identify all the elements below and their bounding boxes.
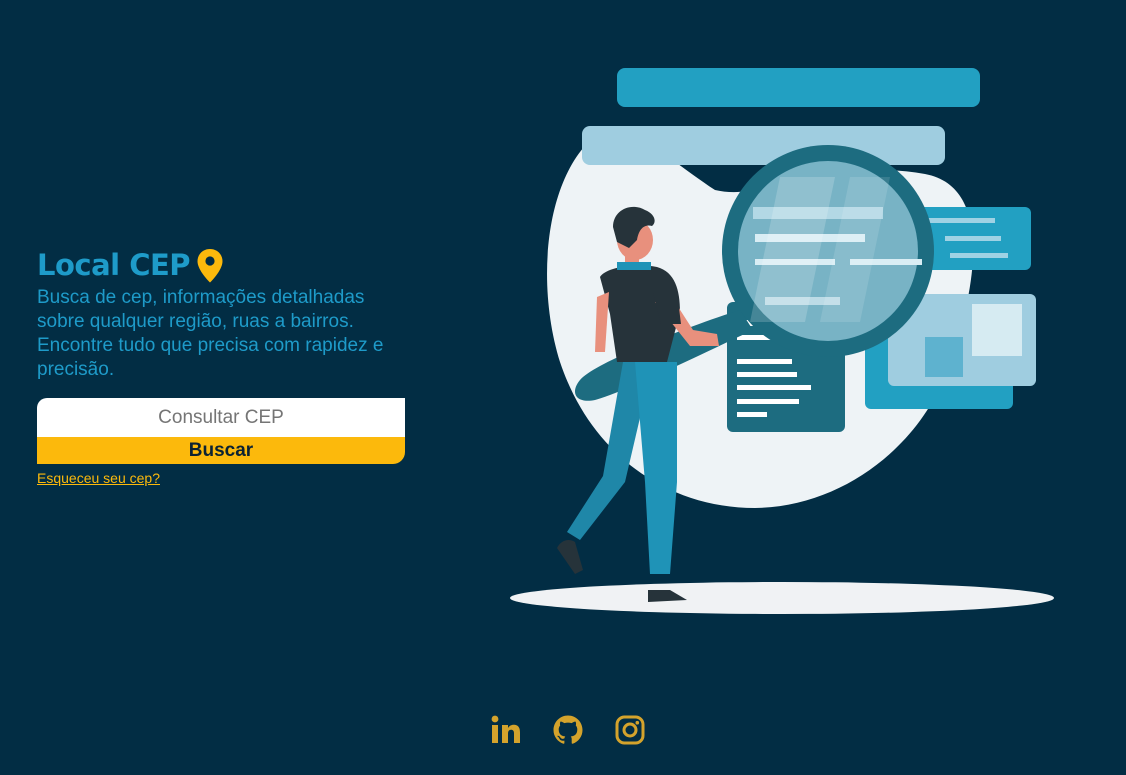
- page-title: Local CEP: [37, 248, 191, 282]
- forgot-cep-link[interactable]: Esqueceu seu cep?: [37, 470, 160, 486]
- hero-content: Local CEP Busca de cep, informações deta…: [37, 246, 407, 488]
- buscar-button[interactable]: Buscar: [37, 437, 405, 464]
- instagram-icon[interactable]: [614, 714, 646, 746]
- search-illustration: [505, 62, 1060, 622]
- title-row: Local CEP: [37, 246, 407, 284]
- social-links: [0, 714, 1126, 746]
- cep-input[interactable]: [37, 398, 405, 437]
- page: Local CEP Busca de cep, informações deta…: [0, 0, 1126, 775]
- linkedin-icon[interactable]: [490, 714, 522, 746]
- cep-form: Buscar: [37, 398, 405, 464]
- map-pin-icon: [196, 248, 224, 284]
- page-description: Busca de cep, informações detalhadas sob…: [37, 287, 384, 380]
- github-icon[interactable]: [552, 714, 584, 746]
